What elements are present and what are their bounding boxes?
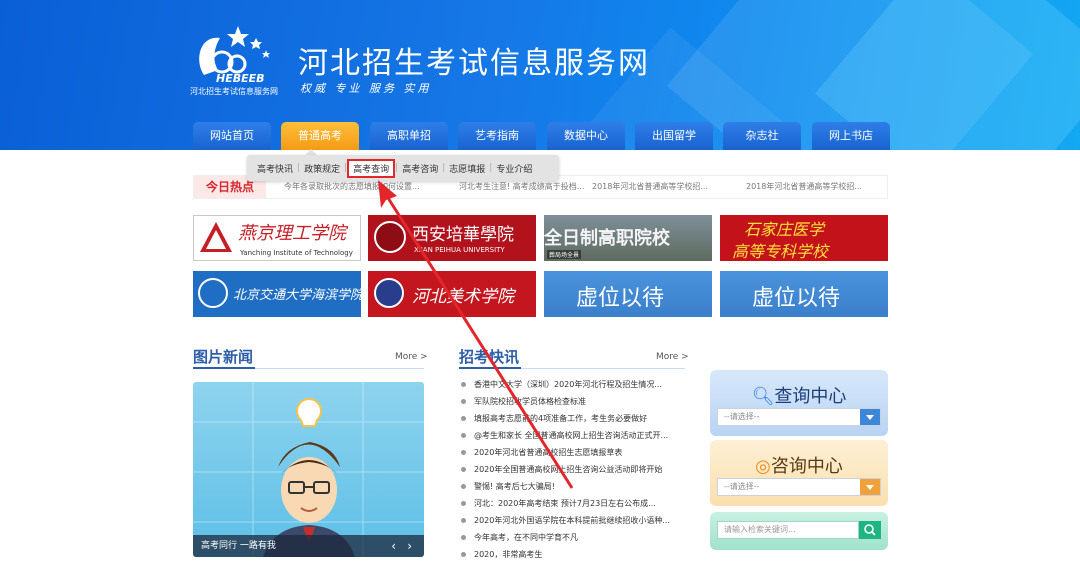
photo-news-image[interactable]: 高考同行 一路有我 ‹ › [193, 382, 424, 557]
submenu-consult[interactable]: 高考咨询 [398, 162, 442, 175]
banner-title: 虚位以待 [752, 286, 841, 311]
chevron-down-icon[interactable] [860, 479, 880, 495]
banner-shijiazhuang-medical[interactable]: 石家庄医学 高等专科学校 [720, 215, 888, 261]
banner-peihua[interactable]: 西安培華學院 XI'AN PEIHUA UNIVERSITY [368, 215, 536, 261]
search-button[interactable] [859, 521, 881, 539]
banner-title: 石家庄医学 [744, 220, 825, 239]
site-title: 河北招生考试信息服务网 [298, 46, 650, 81]
search-input[interactable]: 请输入检索关键词... [717, 521, 859, 539]
query-select-value: --请选择-- [724, 412, 760, 421]
site-logo[interactable]: HEBEEB [192, 20, 277, 95]
nav-magazine[interactable]: 杂志社 [723, 122, 801, 150]
submenu-exam-news[interactable]: 高考快讯 [253, 162, 297, 175]
nav-general-exam[interactable]: 普通高考 [281, 122, 359, 150]
news-item[interactable]: 警惕! 高考后七大骗局! [461, 481, 555, 492]
school-emblem-icon [374, 278, 404, 308]
submenu-policy[interactable]: 政策规定 [300, 162, 344, 175]
cartoon-teacher-illustration [193, 382, 424, 557]
banner-subtitle: 高等专科学校 [732, 242, 829, 261]
news-item[interactable]: 河北：2020年高考结束 预计7月23日左右公布成... [461, 498, 656, 509]
banner-tag: 葬局场全景 [547, 250, 582, 259]
section-underline [193, 367, 255, 369]
consult-select-value: --请选择-- [724, 482, 760, 491]
submenu-majors[interactable]: 专业介绍 [492, 162, 536, 175]
query-center-heading: 🔍︎查询中心 [710, 382, 888, 408]
school-emblem-icon [198, 278, 228, 308]
banner-title: 燕京理工学院 [238, 223, 346, 244]
banner-title: 虚位以待 [576, 286, 665, 311]
news-item[interactable]: 2020年河北外国语学院在本科提前批继续招收小语种... [461, 515, 670, 526]
photo-news-title: 图片新闻 [193, 348, 254, 366]
banner-yanjing[interactable]: 燕京理工学院 Yanching Institute of Technology [193, 215, 361, 261]
news-item[interactable]: 填报高考志愿前的4项准备工作，考生务必要做好 [461, 413, 647, 424]
site-slogan: 权威 专业 服务 实用 [300, 82, 432, 95]
chevron-down-icon[interactable] [860, 409, 880, 425]
next-arrow-icon[interactable]: › [407, 535, 412, 557]
school-emblem-icon [374, 221, 406, 253]
hot-item[interactable]: 2018年河北省普通高等学校招... [746, 176, 862, 198]
consult-select[interactable]: --请选择-- [717, 478, 881, 496]
consult-center-box: ◎咨询中心 --请选择-- [710, 440, 888, 506]
consult-center-title: 咨询中心 [770, 456, 843, 477]
nav-study-abroad[interactable]: 出国留学 [635, 122, 713, 150]
hot-item[interactable]: 2018年河北省普通高等学校招... [592, 176, 708, 198]
banner-vacant-2[interactable]: 虚位以待 [720, 271, 888, 317]
nav-home[interactable]: 网站首页 [193, 122, 271, 150]
search-box: 请输入检索关键词... [710, 512, 888, 550]
submenu-application[interactable]: 志愿填报 [445, 162, 489, 175]
nav-bookstore[interactable]: 网上书店 [812, 122, 890, 150]
photo-caption: 高考同行 一路有我 ‹ › [193, 535, 424, 557]
banner-title: 河北美术学院 [412, 287, 514, 307]
news-item[interactable]: 2020，非常高考生 [461, 549, 542, 560]
submenu: 高考快讯 | 政策规定 | 高考查询 | 高考咨询 | 志愿填报 | 专业介绍 [247, 155, 559, 181]
consult-center-heading: ◎咨询中心 [710, 452, 888, 478]
nav-art-exam[interactable]: 艺考指南 [458, 122, 536, 150]
query-center-box: 🔍︎查询中心 --请选择-- [710, 370, 888, 436]
banner-title: 北京交通大学海滨学院 [233, 288, 361, 303]
consult-icon: ◎ [755, 456, 771, 477]
news-item[interactable]: 2020年河北省普通高校招生志愿填报草表 [461, 447, 622, 458]
prev-arrow-icon[interactable]: ‹ [391, 535, 396, 557]
logo-subtitle: 河北招生考试信息服务网 [190, 87, 278, 96]
banner-hebei-arts[interactable]: 河北美术学院 [368, 271, 536, 317]
banner-title: 全日制高职院校 [544, 228, 670, 249]
news-item[interactable]: 2020年全国普通高校网上招生咨询公益活动即将开始 [461, 464, 662, 475]
news-title: 招考快讯 [459, 348, 520, 366]
news-item[interactable]: 军队院校招收学员体格检查标准 [461, 396, 586, 407]
search-placeholder: 请输入检索关键词... [724, 525, 796, 534]
nav-data-center[interactable]: 数据中心 [547, 122, 625, 150]
submenu-exam-query[interactable]: 高考查询 [347, 158, 396, 178]
search-icon: 🔍︎ [751, 386, 775, 407]
news-item[interactable]: @考生和家长 全国普通高校网上招生咨询活动正式开... [461, 430, 668, 441]
photo-caption-text: 高考同行 一路有我 [201, 541, 276, 551]
banner-vacant-1[interactable]: 虚位以待 [544, 271, 712, 317]
banner-bjtu-haibin[interactable]: 北京交通大学海滨学院 [193, 271, 361, 317]
section-underline [459, 367, 521, 369]
photo-news-more[interactable]: More > [395, 352, 428, 362]
logo-text: HEBEEB [216, 72, 265, 85]
main-nav: 网站首页 普通高考 高职单招 艺考指南 数据中心 出国留学 杂志社 网上书店 [193, 122, 893, 150]
school-emblem-icon [200, 222, 232, 252]
query-center-title: 查询中心 [774, 386, 847, 407]
banner-subtitle: XI'AN PEIHUA UNIVERSITY [414, 246, 505, 254]
banner-vocational[interactable]: 全日制高职院校 葬局场全景 [544, 215, 712, 261]
query-select[interactable]: --请选择-- [717, 408, 881, 426]
news-item[interactable]: 今年高考，在不同中学育不凡 [461, 532, 578, 543]
search-icon [864, 524, 876, 536]
nav-vocational[interactable]: 高职单招 [370, 122, 448, 150]
site-header: HEBEEB 河北招生考试信息服务网 河北招生考试信息服务网 权威 专业 服务 … [0, 0, 1080, 150]
news-more[interactable]: More > [656, 352, 689, 362]
news-item[interactable]: 香港中文大学（深圳）2020年河北行程及招生情况... [461, 379, 662, 390]
banner-title: 西安培華學院 [412, 225, 514, 245]
banner-subtitle: Yanching Institute of Technology [240, 249, 353, 257]
